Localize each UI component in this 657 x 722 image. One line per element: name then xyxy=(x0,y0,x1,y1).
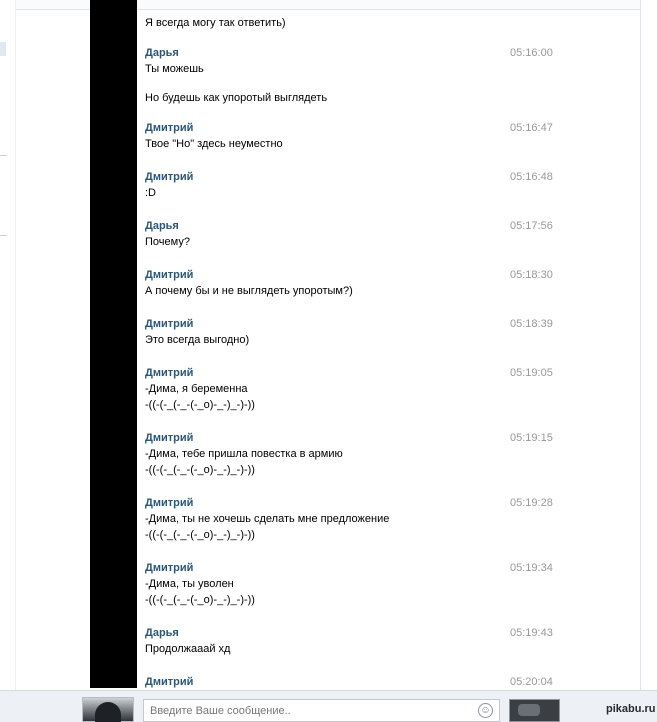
message: Дмитрий А почему бы и не выглядеть упоро… xyxy=(145,268,353,299)
message-author[interactable]: Дарья xyxy=(145,626,230,641)
message-author[interactable]: Дмитрий xyxy=(145,561,255,576)
redacted-avatars-bar xyxy=(90,0,137,688)
message-author[interactable]: Дмитрий xyxy=(145,496,389,511)
message-time: 05:16:47 xyxy=(510,122,553,134)
message-author[interactable]: Дарья xyxy=(145,219,190,234)
message-text: -Дима, тебе пришла повестка в армию xyxy=(145,448,343,460)
message: Дмитрий -Дима, тебе пришла повестка в ар… xyxy=(145,431,343,478)
message-text: -Дима, я беременна xyxy=(145,383,248,395)
message-author[interactable]: Дмитрий xyxy=(145,366,255,381)
message-author[interactable]: Дмитрий xyxy=(145,121,283,136)
message: Дмитрий Это всегда выгодно) xyxy=(145,317,249,348)
message: Дарья Ты можешь xyxy=(145,46,204,77)
message-time: 05:18:39 xyxy=(510,318,553,330)
message-text: Ты можешь xyxy=(145,63,204,75)
message: Я всегда могу так ответить) xyxy=(145,15,286,31)
message: Дарья Почему? xyxy=(145,219,190,250)
message-text: -((-(-_(-_-(-_o)-_-)_-)-)) xyxy=(145,594,255,606)
message-text: Твое "Но" здесь неуместно xyxy=(145,138,283,150)
message-author[interactable]: Дмитрий xyxy=(145,431,343,446)
message-text: Продолжааай хд xyxy=(145,643,231,655)
message: Дмитрий xyxy=(145,675,193,690)
message-author[interactable]: Дмитрий xyxy=(145,268,353,283)
photo-thumbnail[interactable] xyxy=(509,699,560,722)
message-time: 05:17:56 xyxy=(510,220,553,232)
message: Но будешь как упоротый выглядеть xyxy=(145,90,327,106)
message: Дмитрий -Дима, ты не хочешь сделать мне … xyxy=(145,496,389,543)
message-time: 05:19:15 xyxy=(510,432,553,444)
message-time: 05:19:34 xyxy=(510,562,553,574)
user-avatar[interactable] xyxy=(82,697,134,722)
chat-frame-border xyxy=(640,0,641,690)
message-time: 05:18:30 xyxy=(510,269,553,281)
left-sidebar-edge xyxy=(0,0,16,722)
sidebar-marker xyxy=(0,42,6,56)
message-text: А почему бы и не выглядеть упоротым?) xyxy=(145,285,353,297)
message-time: 05:19:05 xyxy=(510,367,553,379)
smile-icon[interactable]: ☺ xyxy=(478,703,493,718)
message: Дмитрий -Дима, ты уволен -((-(-_(-_-(-_o… xyxy=(145,561,255,608)
message-text: Я всегда могу так ответить) xyxy=(145,17,286,29)
message-time: 05:16:48 xyxy=(510,171,553,183)
message-text: -((-(-_(-_-(-_o)-_-)_-)-)) xyxy=(145,464,255,476)
message: Дмитрий Твое "Но" здесь неуместно xyxy=(145,121,283,152)
sidebar-divider xyxy=(0,235,7,236)
message-text: Почему? xyxy=(145,236,190,248)
message-author[interactable]: Дмитрий xyxy=(145,170,193,185)
message-time: 05:19:43 xyxy=(510,627,553,639)
message-time: 05:20:04 xyxy=(510,676,553,688)
message-text: -((-(-_(-_-(-_o)-_-)_-)-)) xyxy=(145,529,255,541)
message-text: :D xyxy=(145,187,156,199)
message-author[interactable]: Дмитрий xyxy=(145,675,193,690)
sidebar-divider xyxy=(0,155,7,156)
message-text: Но будешь как упоротый выглядеть xyxy=(145,92,328,104)
message: Дмитрий -Дима, я беременна -((-(-_(-_-(-… xyxy=(145,366,255,413)
message: Дмитрий :D xyxy=(145,170,193,201)
message-text: Это всегда выгодно) xyxy=(145,334,250,346)
message-time: 05:19:28 xyxy=(510,497,553,509)
site-watermark: pikabu.ru xyxy=(606,703,656,715)
message: Дарья Продолжааай хд xyxy=(145,626,230,657)
message-text: -Дима, ты уволен xyxy=(145,578,234,590)
message-author[interactable]: Дмитрий xyxy=(145,317,249,332)
message-time: 05:16:00 xyxy=(510,47,553,59)
message-text: -((-(-_(-_-(-_o)-_-)_-)-)) xyxy=(145,399,255,411)
message-text: -Дима, ты не хочешь сделать мне предложе… xyxy=(145,513,390,525)
message-author[interactable]: Дарья xyxy=(145,46,204,61)
message-input[interactable]: Введите Ваше сообщение.. xyxy=(143,699,500,722)
